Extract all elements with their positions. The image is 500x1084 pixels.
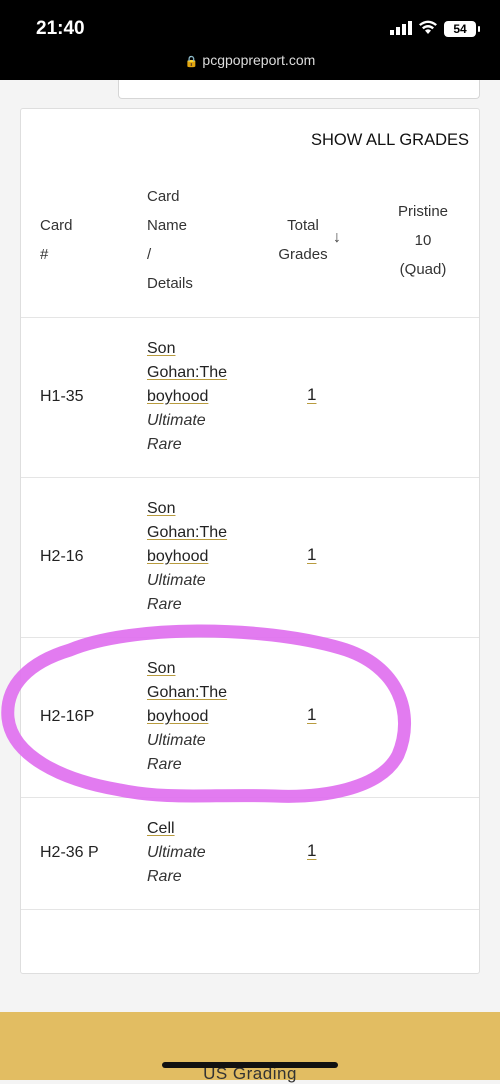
card-number: H2-16 (40, 548, 84, 565)
card-name-line: Gohan:The (147, 364, 228, 381)
divider (21, 909, 479, 910)
battery-icon: 54 (444, 21, 480, 37)
total-grades-link[interactable]: 1 (307, 705, 316, 725)
header-total-grades[interactable]: Total Grades (267, 211, 339, 269)
card-details: Cell Ultimate Rare (147, 817, 206, 889)
header-pristine-10[interactable]: Pristine 10 (Quad) (389, 197, 457, 284)
card-name-line: Son (147, 500, 176, 517)
divider (21, 477, 479, 478)
card-name-line: boyhood (147, 548, 209, 565)
header-line: Grades (278, 246, 328, 263)
rarity-line: Rare (147, 596, 182, 613)
card-number: H2-36 P (40, 844, 99, 861)
card-name-line: Son (147, 660, 176, 677)
card-name-link[interactable]: Cell (147, 820, 175, 837)
rarity-line: Ultimate (147, 572, 206, 589)
card-name-line: Son (147, 340, 176, 357)
sort-down-arrow-icon[interactable]: ↓ (333, 229, 341, 247)
card-details: Son Gohan:The boyhood Ultimate Rare (147, 497, 227, 617)
total-grades-link[interactable]: 1 (307, 545, 316, 565)
status-time: 21:40 (36, 18, 85, 39)
card-name-link[interactable]: Son Gohan:The boyhood (147, 340, 227, 405)
header-line: Details (147, 275, 193, 292)
header-line: Card (147, 188, 180, 205)
population-table-panel: SHOW ALL GRADES Card # Card Name / Detai… (20, 108, 480, 974)
header-line: Pristine (397, 203, 449, 220)
rarity-line: Ultimate (147, 412, 206, 429)
url-text: pcgpopreport.com (202, 52, 316, 68)
card-name-link[interactable]: Son Gohan:The boyhood (147, 660, 227, 725)
home-indicator[interactable] (162, 1062, 338, 1068)
card-details: Son Gohan:The boyhood Ultimate Rare (147, 337, 227, 457)
header-line: 10 (414, 232, 432, 249)
card-name-line: Cell (147, 820, 175, 837)
header-line: (Quad) (399, 261, 447, 278)
divider (21, 797, 479, 798)
divider (21, 317, 479, 318)
wifi-icon (418, 19, 438, 40)
card-number: H1-35 (40, 388, 84, 405)
divider (21, 637, 479, 638)
card-number: H2-16P (40, 708, 95, 725)
header-line: Total (287, 217, 319, 234)
rarity-line: Rare (147, 868, 182, 885)
card-name-line: Gohan:The (147, 684, 228, 701)
header-card-number[interactable]: Card # (40, 211, 73, 269)
lock-icon: 🔒 (184, 56, 199, 68)
header-line: # (40, 246, 49, 263)
total-grades-link[interactable]: 1 (307, 841, 316, 861)
rarity-line: Rare (147, 756, 182, 773)
card-name-line: boyhood (147, 708, 209, 725)
header-line: Card (40, 217, 73, 234)
card-name-line: Gohan:The (147, 524, 228, 541)
url-bar[interactable]: 🔒 pcgpopreport.com (0, 52, 500, 68)
header-card-name[interactable]: Card Name / Details (147, 182, 193, 298)
header-line: / (147, 246, 152, 263)
rarity-line: Rare (147, 436, 182, 453)
card-name-link[interactable]: Son Gohan:The boyhood (147, 500, 227, 565)
show-all-grades-button[interactable]: SHOW ALL GRADES (311, 131, 469, 150)
status-bar: 21:40 54 🔒 pcgpopreport.com (0, 0, 500, 80)
card-name-line: boyhood (147, 388, 209, 405)
total-grades-link[interactable]: 1 (307, 385, 316, 405)
signal-icon (390, 21, 412, 40)
header-line: Name (147, 217, 188, 234)
previous-panel-edge (118, 80, 480, 99)
rarity-line: Ultimate (147, 732, 206, 749)
card-details: Son Gohan:The boyhood Ultimate Rare (147, 657, 227, 777)
rarity-line: Ultimate (147, 844, 206, 861)
